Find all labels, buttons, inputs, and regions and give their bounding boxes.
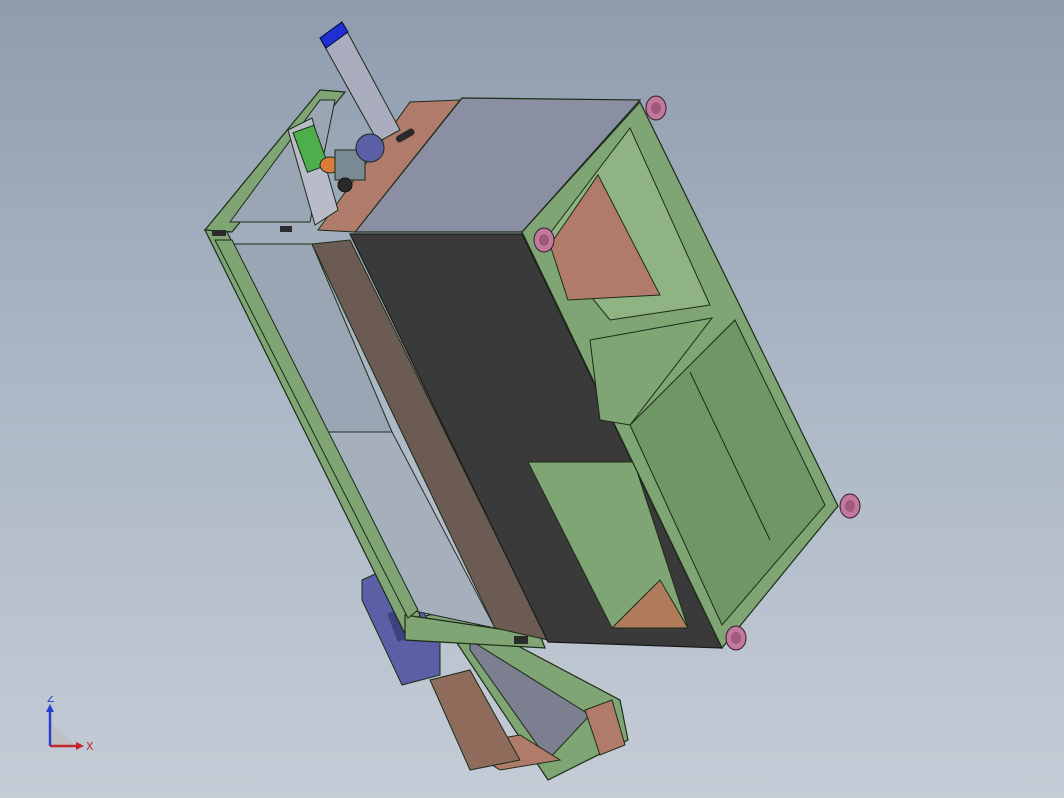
triad-x-label: X	[86, 740, 94, 753]
triad-y-axis	[50, 722, 76, 746]
triad-x-arrow	[76, 742, 84, 750]
leveling-foot-mid-left	[533, 227, 555, 253]
triad-z-label: Z	[47, 696, 55, 705]
motor-shaft	[337, 177, 353, 193]
triad-z-arrow	[46, 704, 54, 712]
orientation-triad: Z X	[46, 696, 94, 753]
leveling-foot-bottom-right	[839, 493, 861, 519]
corner-bracket	[280, 226, 292, 232]
leveling-foot-bottom	[725, 625, 747, 651]
leveling-foot-top-right	[645, 95, 667, 121]
corner-bracket	[212, 230, 226, 236]
corner-bracket	[514, 636, 528, 644]
motor-flange	[355, 133, 385, 163]
machine-model[interactable]	[0, 0, 1064, 798]
cad-viewport[interactable]: Z X	[0, 0, 1064, 798]
